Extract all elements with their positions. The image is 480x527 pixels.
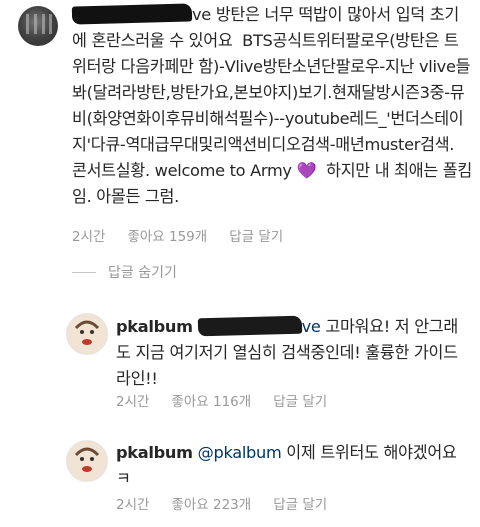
reply-comment-1: pkalbum ve 고마워요! 저 안그래도 지금 여기저기 열심히 검색중인… (116, 314, 472, 392)
top-commenter-avatar[interactable] (18, 6, 58, 46)
hide-replies-label: 답글 숨기기 (108, 265, 177, 281)
reply-button[interactable]: 답글 달기 (273, 390, 327, 410)
reply-comment-2: pkalbum @pkalbum 이제 트위터도 해야겠어요 ㅋ (116, 440, 472, 492)
likes-count[interactable]: 좋아요 223개 (171, 493, 251, 513)
top-comment-text: 방탄은 너무 떡밥이 많아서 입덕 초기에 혼란스러울 수 있어요 BTS공식트… (72, 5, 471, 180)
comment-time: 2시간 (72, 229, 106, 245)
redacted-username (71, 3, 193, 25)
reply-username[interactable]: pkalbum (116, 443, 193, 462)
reply-username[interactable]: pkalbum (116, 317, 193, 336)
comment-time: 2시간 (116, 497, 150, 513)
reply-1-meta: 2시간 좋아요 116개 답글 달기 (116, 390, 327, 410)
reply-2-meta: 2시간 좋아요 223개 답글 달기 (116, 493, 327, 513)
pkalbum-avatar[interactable] (66, 440, 108, 482)
top-username-suffix: ve (192, 5, 211, 24)
purple-heart-icon: 💜 (296, 161, 317, 180)
divider-line (72, 271, 96, 273)
mention-link[interactable]: @pkalbum (198, 443, 282, 462)
likes-count[interactable]: 좋아요 116개 (171, 390, 251, 410)
top-comment-meta: 2시간 좋아요 159개 답글 달기 (72, 225, 283, 245)
top-comment: ve 방탄은 너무 떡밥이 많아서 입덕 초기에 혼란스러울 수 있어요 BTS… (71, 2, 472, 210)
mention-suffix[interactable]: ve (302, 317, 321, 336)
reply-button[interactable]: 답글 달기 (229, 225, 283, 245)
comment-time: 2시간 (116, 394, 150, 410)
reply-button[interactable]: 답글 달기 (273, 493, 327, 513)
redacted-mention (197, 315, 302, 337)
hide-replies-toggle[interactable]: 답글 숨기기 (72, 262, 177, 282)
likes-count[interactable]: 좋아요 159개 (127, 225, 207, 245)
pkalbum-avatar[interactable] (66, 313, 108, 355)
